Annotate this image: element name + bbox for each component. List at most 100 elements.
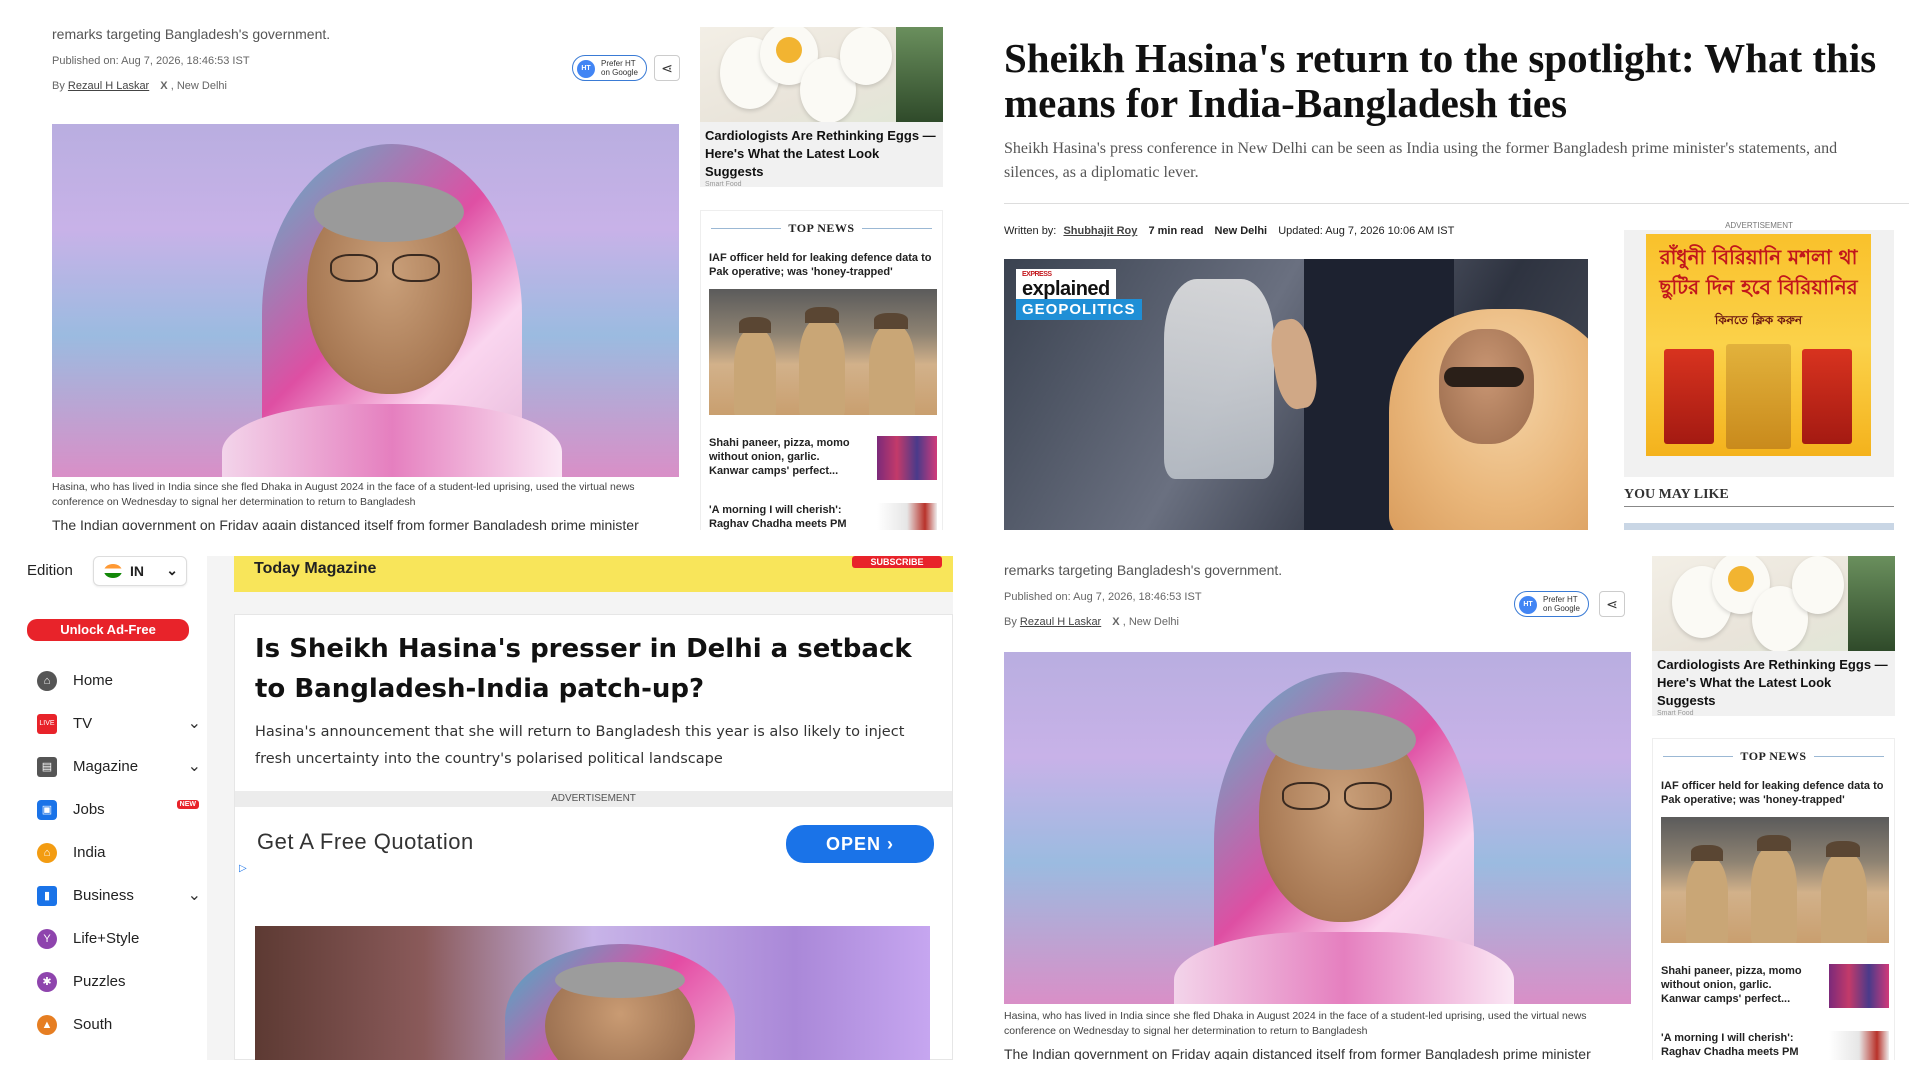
magazine-title: Today Magazine bbox=[254, 560, 377, 577]
new-badge: NEW bbox=[176, 800, 199, 809]
chevron-down-icon[interactable]: ⌄ bbox=[188, 713, 201, 733]
nav-item-india[interactable]: ⌂ India bbox=[37, 833, 201, 873]
updated-date: Updated: Aug 7, 2026 10:06 AM IST bbox=[1278, 225, 1455, 237]
prefer-line2: on Google bbox=[1543, 604, 1580, 613]
article-hero-image bbox=[255, 926, 930, 1060]
top-news-item[interactable]: 'A morning I will cherish': Raghav Chadh… bbox=[1661, 1031, 1811, 1059]
you-may-like-strip bbox=[1624, 523, 1894, 530]
ad-cta[interactable]: কিনতে ক্লিক করুন bbox=[1646, 312, 1871, 332]
image-caption: Hasina, who has lived in India since she… bbox=[1004, 1010, 1587, 1037]
byline: By Rezaul H Laskar X , New Delhi bbox=[1004, 616, 1179, 628]
article-body-cut: The Indian government on Friday again di… bbox=[52, 517, 639, 530]
ad-label: ADVERTISEMENT bbox=[1725, 221, 1793, 230]
nav-item-home[interactable]: ⌂ Home bbox=[37, 661, 201, 701]
nav-item-jobs[interactable]: ▣ Jobs NEW bbox=[37, 790, 201, 830]
nav-label: Jobs bbox=[73, 801, 105, 818]
sponsored-egg-card[interactable]: Cardiologists Are Rethinking Eggs — Here… bbox=[700, 27, 943, 188]
egg-card-title[interactable]: Cardiologists Are Rethinking Eggs — Here… bbox=[1657, 656, 1892, 710]
top-news-thumb[interactable] bbox=[1829, 1031, 1889, 1060]
top-news-item[interactable]: IAF officer held for leaking defence dat… bbox=[1661, 779, 1891, 807]
sidebar: Edition IN ⌄ Unlock Ad-Free ⌂ Home LIVE … bbox=[27, 556, 207, 1060]
author-link[interactable]: Rezaul H Laskar bbox=[68, 80, 149, 92]
nav-item-lifestyle[interactable]: Y Life+Style bbox=[37, 919, 201, 959]
puzzles-icon: ✱ bbox=[37, 972, 57, 992]
written-by-label: Written by: bbox=[1004, 225, 1057, 237]
nav-label: Life+Style bbox=[73, 930, 140, 947]
byline: By Rezaul H Laskar X , New Delhi bbox=[52, 80, 227, 92]
magazine-banner[interactable]: Today Magazine SUBSCRIBE bbox=[234, 556, 953, 592]
ad-line-1: রাঁধুনী বিরিয়ানি মশলা থা bbox=[1659, 245, 1858, 269]
sponsored-egg-card[interactable]: Cardiologists Are Rethinking Eggs — Here… bbox=[1652, 556, 1895, 717]
edition-value: IN bbox=[130, 563, 144, 579]
nav-label: TV bbox=[73, 715, 93, 732]
egg-card-title[interactable]: Cardiologists Are Rethinking Eggs — Here… bbox=[705, 127, 940, 181]
author-link[interactable]: Rezaul H Laskar bbox=[1020, 616, 1101, 628]
india-flag-icon bbox=[104, 564, 122, 578]
edition-select[interactable]: IN ⌄ bbox=[93, 556, 187, 586]
ad-choices-icon[interactable]: ▷ bbox=[239, 863, 247, 874]
x-icon[interactable]: X bbox=[160, 80, 167, 92]
chevron-down-icon[interactable]: ⌄ bbox=[188, 885, 201, 905]
nav-label: Puzzles bbox=[73, 973, 126, 990]
chevron-down-icon: ⌄ bbox=[166, 562, 178, 578]
tv-icon: LIVE bbox=[37, 714, 57, 734]
open-button-label: OPEN bbox=[825, 834, 881, 854]
share-icon[interactable]: ⋖ bbox=[654, 55, 680, 81]
you-may-like-heading: YOU MAY LIKE bbox=[1624, 487, 1729, 502]
prefer-line1: Prefer HT bbox=[601, 59, 636, 68]
geopolitics-tag[interactable]: GEOPOLITICS bbox=[1016, 299, 1142, 320]
ad-text: Get A Free Quotation bbox=[257, 829, 474, 854]
subscribe-button[interactable]: SUBSCRIBE bbox=[852, 556, 942, 568]
top-news-item[interactable]: IAF officer held for leaking defence dat… bbox=[709, 251, 939, 279]
nav-item-tv[interactable]: LIVE TV ⌄ bbox=[37, 704, 201, 744]
prefer-on-google-button[interactable]: HT Prefer HT on Google bbox=[572, 55, 647, 81]
article-headline: Is Sheikh Hasina's presser in Delhi a se… bbox=[255, 634, 912, 704]
top-news-image[interactable] bbox=[1661, 817, 1889, 943]
ad-label: ADVERTISEMENT bbox=[235, 791, 952, 807]
share-icon[interactable]: ⋖ bbox=[1599, 591, 1625, 617]
google-icon: HT bbox=[577, 60, 595, 78]
article-headline: Sheikh Hasina's return to the spotlight:… bbox=[1004, 35, 1877, 126]
chevron-down-icon[interactable]: ⌄ bbox=[188, 756, 201, 776]
author-link[interactable]: Shubhajit Roy bbox=[1063, 225, 1137, 237]
nav-label: India bbox=[73, 844, 106, 861]
top-news-item[interactable]: 'A morning I will cherish': Raghav Chadh… bbox=[709, 503, 859, 530]
prefer-on-google-button[interactable]: HT Prefer HT on Google bbox=[1514, 591, 1589, 617]
explained-logo-top: EXPRESS bbox=[1022, 271, 1052, 278]
news-site-panel: Edition IN ⌄ Unlock Ad-Free ⌂ Home LIVE … bbox=[27, 556, 953, 1060]
location: , New Delhi bbox=[1122, 616, 1179, 628]
biryani-masala-ad[interactable]: রাঁধুনী বিরিয়ানি মশলা থা ছুটির দিন হবে … bbox=[1646, 234, 1871, 456]
nav-label: Business bbox=[73, 887, 134, 904]
top-news-image[interactable] bbox=[709, 289, 937, 415]
article-body-cut: The Indian government on Friday again di… bbox=[1004, 1046, 1591, 1060]
open-button[interactable]: OPEN › bbox=[786, 825, 934, 863]
explained-logo-text: explained bbox=[1022, 278, 1110, 300]
nav-item-magazine[interactable]: ▤ Magazine ⌄ bbox=[37, 747, 201, 787]
nav-item-south[interactable]: ▲ South bbox=[37, 1005, 201, 1045]
top-news-widget: TOP NEWS IAF officer held for leaking de… bbox=[1652, 738, 1895, 1060]
top-news-thumb[interactable] bbox=[1829, 964, 1889, 1008]
eggs-image bbox=[700, 27, 943, 122]
business-icon: ▮ bbox=[37, 886, 57, 906]
unlock-ad-free-button[interactable]: Unlock Ad-Free bbox=[27, 619, 189, 641]
x-icon[interactable]: X bbox=[1112, 616, 1119, 628]
quotation-ad[interactable]: Get A Free Quotation OPEN › ▷ bbox=[235, 807, 952, 895]
top-news-thumb[interactable] bbox=[877, 503, 937, 530]
nav-item-puzzles[interactable]: ✱ Puzzles bbox=[37, 962, 201, 1002]
top-news-widget: TOP NEWS IAF officer held for leaking de… bbox=[700, 210, 943, 530]
byline-prefix: By bbox=[52, 80, 65, 92]
nav-item-business[interactable]: ▮ Business ⌄ bbox=[37, 876, 201, 916]
top-news-thumb[interactable] bbox=[877, 436, 937, 480]
article-text-fragment: remarks targeting Bangladesh's governmen… bbox=[1004, 562, 1283, 578]
ht-article-panel-top-left: remarks targeting Bangladesh's governmen… bbox=[27, 20, 953, 530]
magazine-icon: ▤ bbox=[37, 757, 57, 777]
india-icon: ⌂ bbox=[37, 843, 57, 863]
home-icon: ⌂ bbox=[37, 671, 57, 691]
jobs-icon: ▣ bbox=[37, 800, 57, 820]
article-hero-image bbox=[52, 124, 679, 477]
edition-label: Edition bbox=[27, 562, 73, 579]
top-news-item[interactable]: Shahi paneer, pizza, momo without onion,… bbox=[709, 436, 859, 478]
article-card: Is Sheikh Hasina's presser in Delhi a se… bbox=[234, 614, 953, 1060]
top-news-item[interactable]: Shahi paneer, pizza, momo without onion,… bbox=[1661, 964, 1811, 1006]
nav-label: Home bbox=[73, 672, 114, 689]
